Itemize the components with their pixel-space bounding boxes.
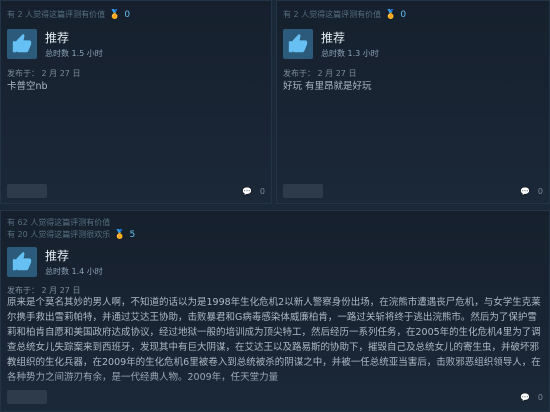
comment-icon[interactable]: 💬	[520, 393, 530, 402]
review-card: 有 2 人觉得这篇评测有价值 🏅 0 推荐 总时数 1.5 小时 发布于： 2 …	[0, 0, 272, 204]
review-text: 卡普空nb	[7, 81, 48, 92]
review-header[interactable]: 推荐 总时数 1.4 小时	[7, 245, 543, 279]
hours-played: 总时数 1.5 小时	[45, 49, 103, 58]
review-header[interactable]: 推荐 总时数 1.5 小时	[7, 27, 265, 61]
posted-date: 发布于： 2 月 27 日	[283, 69, 357, 78]
comment-count: 0	[537, 392, 543, 402]
avatar[interactable]	[7, 390, 47, 404]
review-text: 好玩 有里昂就是好玩	[283, 81, 372, 92]
helpful-count: 有 2 人觉得这篇评测有价值 🏅 0	[283, 9, 407, 20]
review-card: 有 2 人觉得这篇评测有价值 🏅 0 推荐 总时数 1.3 小时 发布于： 2 …	[276, 0, 550, 204]
avatar[interactable]	[283, 184, 323, 198]
award-icon[interactable]: 🏅	[385, 10, 396, 20]
comment-count: 0	[537, 186, 543, 196]
avatar[interactable]	[7, 184, 47, 198]
comment-icon[interactable]: 💬	[520, 187, 530, 196]
hours-played: 总时数 1.3 小时	[321, 49, 379, 58]
review-card: 有 62 人觉得这篇评测有价值 有 20 人觉得这篇评测很欢乐 🏅 5 推荐 总…	[0, 210, 550, 412]
review-footer: 💬 0	[283, 177, 543, 203]
thumbs-up-icon	[7, 247, 37, 277]
review-verdict: 推荐	[321, 31, 346, 45]
review-verdict: 推荐	[45, 31, 70, 45]
review-footer: 💬 0	[7, 383, 543, 411]
posted-date: 发布于： 2 月 27 日	[7, 69, 81, 78]
helpful-count: 有 2 人觉得这篇评测有价值 🏅 0	[7, 9, 131, 20]
review-footer: 💬 0	[7, 177, 265, 203]
thumbs-up-icon	[7, 29, 37, 59]
thumbs-up-icon	[283, 29, 313, 59]
comment-count: 0	[259, 186, 265, 196]
hours-played: 总时数 1.4 小时	[45, 267, 103, 276]
review-verdict: 推荐	[45, 249, 70, 263]
funny-count: 有 20 人觉得这篇评测很欢乐 🏅 5	[7, 229, 136, 240]
award-icon[interactable]: 🏅	[109, 10, 120, 20]
comment-icon[interactable]: 💬	[242, 187, 252, 196]
review-header[interactable]: 推荐 总时数 1.3 小时	[283, 27, 543, 61]
helpful-count: 有 62 人觉得这篇评测有价值	[7, 218, 111, 227]
award-icon[interactable]: 🏅	[114, 230, 125, 240]
